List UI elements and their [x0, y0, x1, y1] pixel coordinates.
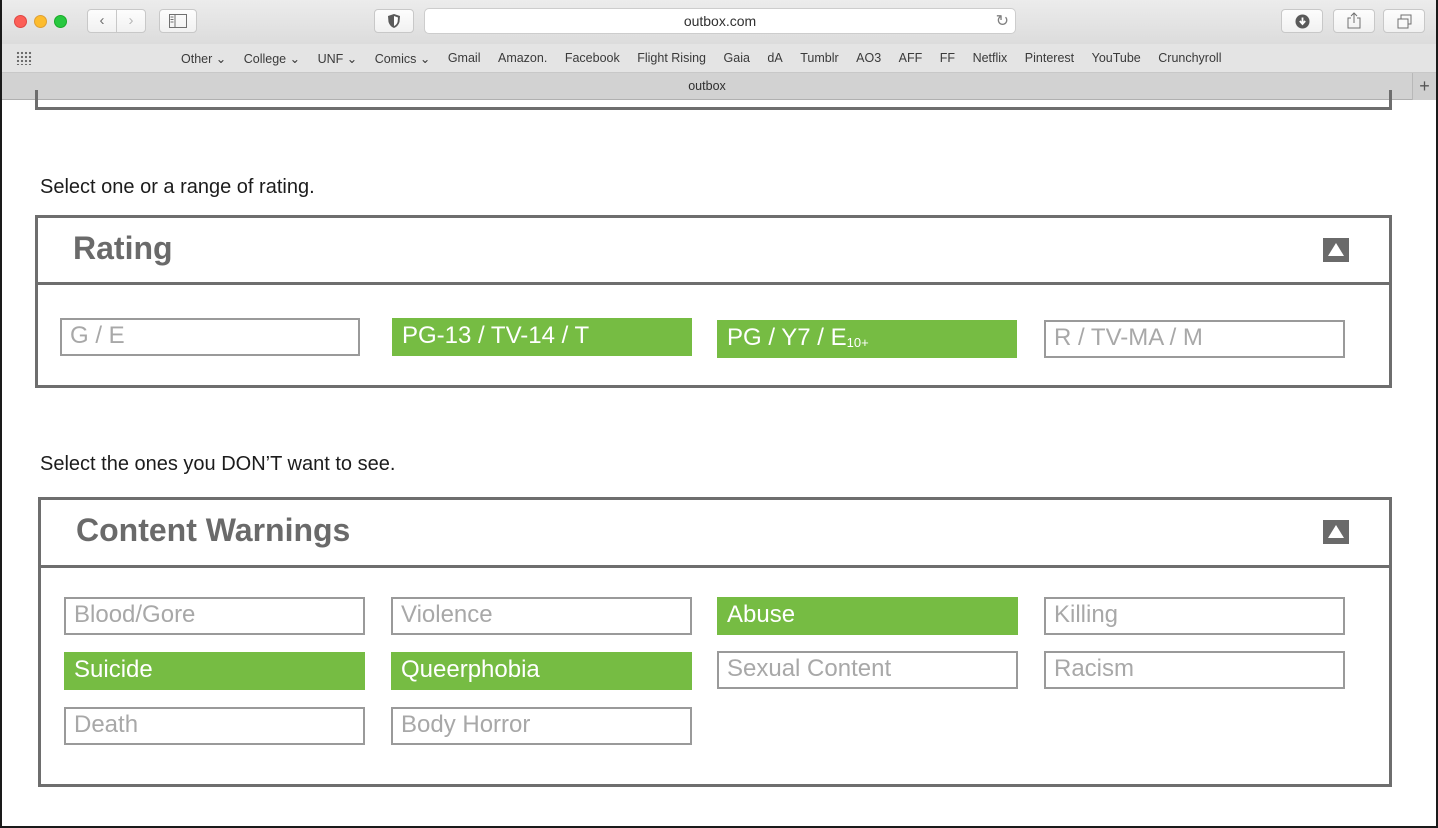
sidebar-icon: [169, 14, 187, 28]
bookmark-amazon[interactable]: Amazon.: [498, 51, 547, 66]
bookmark-gmail[interactable]: Gmail: [448, 51, 481, 66]
minimize-window-button[interactable]: [34, 15, 47, 28]
rating-option-g-e[interactable]: G / E: [60, 318, 360, 356]
address-bar[interactable]: outbox.com ↻: [424, 8, 1016, 34]
show-tabs-button[interactable]: [1383, 9, 1425, 33]
share-button[interactable]: [1333, 9, 1375, 33]
bookmark-netflix[interactable]: Netflix: [973, 51, 1008, 66]
page-content: Select one or a range of rating. Rating …: [2, 90, 1436, 826]
browser-toolbar: ‹ › outbox.com ↻: [2, 0, 1436, 44]
rating-option-pg-y7-e10[interactable]: PG / Y7 / E10+: [717, 320, 1017, 358]
back-button[interactable]: ‹: [87, 9, 117, 33]
download-icon: [1295, 14, 1309, 29]
warning-option-body-horror[interactable]: Body Horror: [391, 707, 692, 745]
bookmark-list: Other ⌄ College ⌄ UNF ⌄ Comics ⌄ Gmail A…: [181, 51, 1239, 66]
warning-option-death[interactable]: Death: [64, 707, 365, 745]
url-text: outbox.com: [683, 13, 757, 29]
rating-instruction: Select one or a range of rating.: [40, 176, 315, 198]
collapse-triangle-icon[interactable]: [1323, 520, 1349, 544]
bookmark-aff[interactable]: AFF: [899, 51, 923, 66]
bookmark-comics[interactable]: Comics ⌄: [375, 51, 431, 66]
warning-option-violence[interactable]: Violence: [391, 597, 692, 635]
bookmark-tumblr[interactable]: Tumblr: [800, 51, 838, 66]
content-warnings-title: Content Warnings: [76, 512, 351, 548]
previous-panel-edge: [35, 90, 1392, 110]
content-warnings-panel-header[interactable]: Content Warnings: [41, 500, 1389, 568]
warning-option-racism[interactable]: Racism: [1044, 651, 1345, 689]
chevron-left-icon: ‹: [99, 12, 105, 29]
bookmarks-bar: Other ⌄ College ⌄ UNF ⌄ Comics ⌄ Gmail A…: [2, 44, 1436, 73]
shield-icon: [388, 14, 400, 28]
bookmark-crunchyroll[interactable]: Crunchyroll: [1158, 51, 1221, 66]
bookmark-youtube[interactable]: YouTube: [1092, 51, 1141, 66]
content-warnings-panel: Content Warnings Blood/Gore Violence Abu…: [38, 497, 1392, 787]
chevron-right-icon: ›: [128, 12, 134, 29]
collapse-triangle-icon[interactable]: [1323, 238, 1349, 262]
new-tab-button[interactable]: +: [1412, 73, 1436, 100]
rating-panel-header[interactable]: Rating: [38, 218, 1389, 285]
warning-option-blood-gore[interactable]: Blood/Gore: [64, 597, 365, 635]
sidebar-toggle-button[interactable]: [159, 9, 197, 33]
rating-panel: Rating G / E PG-13 / TV-14 / T PG / Y7 /…: [35, 215, 1392, 388]
downloads-button[interactable]: [1281, 9, 1323, 33]
rating-option-r-tvma-m[interactable]: R / TV-MA / M: [1044, 320, 1345, 358]
bookmark-da[interactable]: dA: [767, 51, 782, 66]
warnings-instruction: Select the ones you DON’T want to see.: [40, 453, 396, 475]
browser-window: ‹ › outbox.com ↻ Other ⌄ College ⌄ UNF ⌄…: [2, 0, 1436, 826]
zoom-window-button[interactable]: [54, 15, 67, 28]
bookmark-ao3[interactable]: AO3: [856, 51, 881, 66]
warning-option-abuse[interactable]: Abuse: [717, 597, 1018, 635]
close-window-button[interactable]: [14, 15, 27, 28]
apps-grid-icon[interactable]: [16, 51, 32, 65]
rating-option-pg13-tv14-t[interactable]: PG-13 / TV-14 / T: [392, 318, 692, 356]
bookmark-unf[interactable]: UNF ⌄: [318, 51, 358, 66]
warning-option-sexual-content[interactable]: Sexual Content: [717, 651, 1018, 689]
forward-button[interactable]: ›: [116, 9, 146, 33]
bookmark-ff[interactable]: FF: [940, 51, 955, 66]
share-icon: [1347, 12, 1361, 29]
tabs-overview-icon: [1397, 14, 1411, 29]
reload-icon[interactable]: ↻: [996, 11, 1009, 31]
bookmark-other[interactable]: Other ⌄: [181, 51, 226, 66]
bookmark-facebook[interactable]: Facebook: [565, 51, 620, 66]
warning-option-suicide[interactable]: Suicide: [64, 652, 365, 690]
warning-option-queerphobia[interactable]: Queerphobia: [391, 652, 692, 690]
bookmark-flight-rising[interactable]: Flight Rising: [637, 51, 706, 66]
e10-suffix: 10+: [846, 335, 869, 350]
bookmark-college[interactable]: College ⌄: [244, 51, 300, 66]
bookmark-pinterest[interactable]: Pinterest: [1025, 51, 1074, 66]
warning-option-killing[interactable]: Killing: [1044, 597, 1345, 635]
bookmark-gaia[interactable]: Gaia: [724, 51, 750, 66]
privacy-extension-button[interactable]: [374, 9, 414, 33]
rating-title: Rating: [73, 230, 173, 266]
